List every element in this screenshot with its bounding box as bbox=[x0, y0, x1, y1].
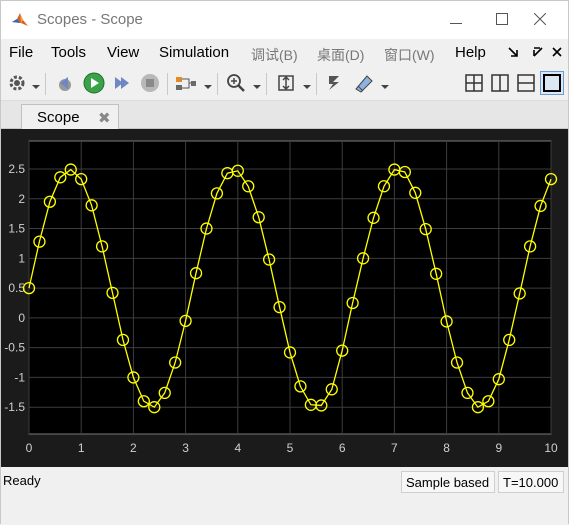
fit-dropdown-icon[interactable] bbox=[303, 79, 311, 89]
tab-strip: Scope ✖ bbox=[1, 101, 568, 130]
x-tick-label: 5 bbox=[287, 441, 294, 455]
title-bar: Scopes - Scope bbox=[1, 1, 568, 39]
settings-dropdown-icon[interactable] bbox=[32, 79, 40, 89]
signal-selector-button[interactable] bbox=[174, 71, 198, 95]
menu-debug[interactable]: 调试(B) bbox=[251, 45, 298, 65]
toolbar bbox=[1, 67, 568, 101]
cursor-measurement-button[interactable] bbox=[323, 71, 347, 95]
settings-button[interactable] bbox=[5, 71, 29, 95]
close-button[interactable] bbox=[517, 1, 563, 39]
signal-selector-dropdown-icon[interactable] bbox=[204, 79, 212, 89]
step-back-button[interactable] bbox=[53, 71, 77, 95]
close-tab-icon[interactable]: ✖ bbox=[98, 109, 111, 127]
y-tick-label: 2.5 bbox=[8, 162, 25, 176]
gear-icon bbox=[7, 73, 27, 93]
layout-rows-button[interactable] bbox=[514, 71, 538, 95]
bottom-strip bbox=[1, 495, 568, 525]
x-tick-label: 9 bbox=[495, 441, 502, 455]
step-forward-icon bbox=[112, 73, 132, 93]
maximize-icon bbox=[496, 12, 508, 28]
toolbar-separator bbox=[266, 73, 267, 95]
layout-2x2-icon bbox=[465, 74, 483, 92]
undock-arrow-icon[interactable] bbox=[507, 46, 519, 61]
x-tick-label: 1 bbox=[78, 441, 85, 455]
run-icon bbox=[83, 72, 105, 94]
y-tick-label: 0 bbox=[18, 311, 25, 325]
toolbar-separator bbox=[45, 73, 46, 95]
x-tick-label: 0 bbox=[26, 441, 33, 455]
y-tick-label: 1.5 bbox=[8, 222, 25, 236]
x-tick-label: 7 bbox=[391, 441, 398, 455]
x-tick-label: 2 bbox=[130, 441, 137, 455]
tab-label: Scope bbox=[37, 109, 80, 126]
menu-window[interactable]: 窗口(W) bbox=[384, 45, 435, 65]
scope-display[interactable]: 0 1 2 3 4 5 6 7 8 9 10 -1.5 -1 -0.5 0 0.5 1 1.5 2 2.5 bbox=[1, 129, 568, 467]
stop-button[interactable] bbox=[138, 71, 162, 95]
run-button[interactable] bbox=[82, 71, 106, 95]
toolbar-separator bbox=[316, 73, 317, 95]
layout-single-icon bbox=[543, 74, 561, 92]
y-tick-label: 0.5 bbox=[8, 281, 25, 295]
highlight-icon bbox=[353, 73, 375, 93]
layout-columns-button[interactable] bbox=[488, 71, 512, 95]
close-icon bbox=[533, 12, 547, 28]
layout-columns-icon bbox=[491, 74, 509, 92]
y-tick-label: -0.5 bbox=[4, 341, 25, 355]
minimize-icon bbox=[450, 12, 462, 28]
cursor-measurement-icon bbox=[325, 73, 345, 93]
menu-bar: File Tools View Simulation 调试(B) 桌面(D) 窗… bbox=[1, 39, 568, 67]
sample-mode-indicator: Sample based bbox=[401, 471, 495, 493]
status-text: Ready bbox=[3, 473, 41, 488]
dock-arrow-icon[interactable] bbox=[532, 46, 544, 61]
minimize-button[interactable] bbox=[433, 1, 479, 39]
zoom-in-button[interactable] bbox=[224, 71, 248, 95]
matlab-logo-icon bbox=[11, 11, 29, 29]
y-tick-label: -1 bbox=[14, 370, 25, 384]
window-title: Scopes - Scope bbox=[37, 11, 143, 28]
toolbar-separator bbox=[167, 73, 168, 95]
y-tick-label: 1 bbox=[18, 251, 25, 265]
sim-time-indicator: T=10.000 bbox=[498, 471, 564, 493]
highlight-dropdown-icon[interactable] bbox=[381, 79, 389, 89]
close-panel-icon[interactable] bbox=[551, 46, 563, 61]
fit-to-view-button[interactable] bbox=[274, 71, 298, 95]
toolbar-separator bbox=[217, 73, 218, 95]
menu-tools[interactable]: Tools bbox=[51, 44, 86, 61]
highlight-button[interactable] bbox=[352, 71, 376, 95]
menu-simulation[interactable]: Simulation bbox=[159, 44, 229, 61]
signal-selector-icon bbox=[175, 73, 197, 93]
step-back-icon bbox=[55, 73, 75, 93]
layout-rows-icon bbox=[517, 74, 535, 92]
layout-2x2-button[interactable] bbox=[462, 71, 486, 95]
menu-view[interactable]: View bbox=[107, 44, 139, 61]
x-tick-label: 3 bbox=[182, 441, 189, 455]
tab-scope[interactable]: Scope ✖ bbox=[21, 104, 119, 130]
x-tick-label: 10 bbox=[544, 441, 558, 455]
status-bar: Ready Sample based T=10.000 bbox=[1, 467, 568, 495]
fit-to-view-icon bbox=[276, 73, 296, 93]
stop-icon bbox=[140, 73, 160, 93]
scope-window: Scopes - Scope File Tools View Simulatio… bbox=[0, 0, 569, 525]
menu-help[interactable]: Help bbox=[455, 44, 486, 61]
y-tick-label: -1.5 bbox=[4, 400, 25, 414]
x-tick-label: 4 bbox=[234, 441, 241, 455]
x-tick-label: 6 bbox=[339, 441, 346, 455]
menu-desktop[interactable]: 桌面(D) bbox=[317, 45, 364, 65]
zoom-in-icon bbox=[226, 73, 246, 93]
scope-plot[interactable]: 0 1 2 3 4 5 6 7 8 9 10 -1.5 -1 -0.5 0 0.5 1 1.5 2 2.5 bbox=[1, 129, 568, 467]
x-tick-label: 8 bbox=[443, 441, 450, 455]
y-tick-label: 2 bbox=[18, 192, 25, 206]
layout-single-button[interactable] bbox=[540, 71, 564, 95]
zoom-dropdown-icon[interactable] bbox=[253, 79, 261, 89]
step-forward-button[interactable] bbox=[110, 71, 134, 95]
menu-file[interactable]: File bbox=[9, 44, 33, 61]
